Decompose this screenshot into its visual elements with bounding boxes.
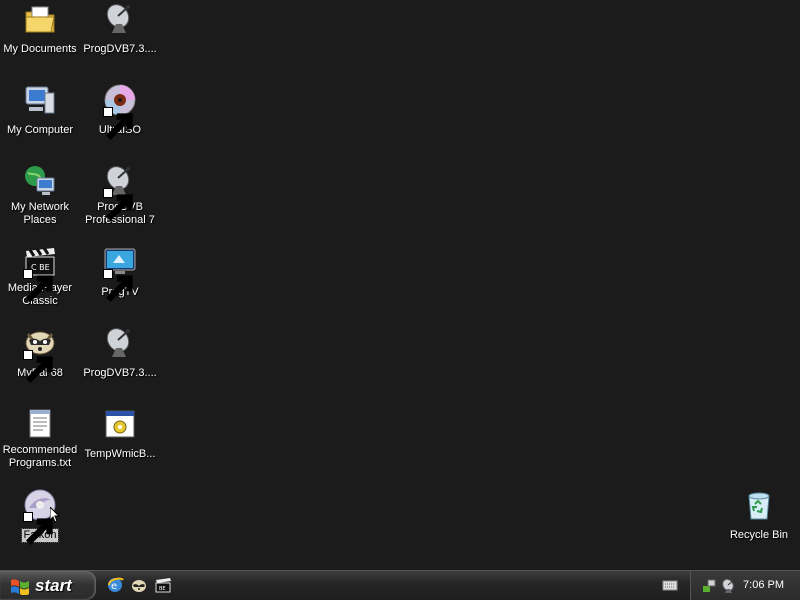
- desktop-icon-recycle-bin[interactable]: Recycle Bin: [719, 488, 799, 543]
- disc-icon: [103, 83, 137, 141]
- text-file-icon: [23, 407, 57, 441]
- windows-logo-icon: [11, 578, 29, 595]
- batch-file-icon: [103, 407, 137, 441]
- recycle-bin-icon: [742, 488, 776, 522]
- raccoon-icon: [23, 326, 57, 384]
- desktop[interactable]: My Documents My Computer My Network Plac…: [0, 0, 800, 570]
- desktop-icon-progdvb-professional[interactable]: ProgDVB Professional 7: [80, 164, 160, 228]
- network-connection-icon[interactable]: [701, 578, 717, 594]
- desktop-icon-label: My Network Places: [10, 201, 70, 226]
- desktop-icon-my-network-places[interactable]: My Network Places: [0, 164, 80, 228]
- computer-icon: [23, 83, 57, 117]
- desktop-icon-ultraiso[interactable]: UltraISO: [80, 83, 160, 141]
- clapperboard-icon: C BE: [23, 245, 57, 303]
- desktop-icon-falkon[interactable]: Falkon: [0, 488, 80, 546]
- desktop-icon-label: My Computer: [6, 124, 74, 136]
- desktop-icon-recommended-programs[interactable]: Recommended Programs.txt: [0, 407, 80, 471]
- desktop-icon-label: Recycle Bin: [729, 529, 789, 541]
- shortcut-arrow-icon: [23, 269, 53, 303]
- shortcut-arrow-icon: [103, 188, 133, 222]
- desktop-icon-progtv[interactable]: ProgTV: [80, 245, 160, 303]
- satellite-dish-icon[interactable]: [721, 578, 737, 594]
- clock[interactable]: 7:06 PM: [743, 579, 784, 591]
- shortcut-arrow-icon: [23, 350, 53, 384]
- desktop-icon-mypal-68[interactable]: MyPal 68: [0, 326, 80, 384]
- keyboard-icon[interactable]: [662, 578, 678, 592]
- svg-text:BE: BE: [159, 586, 166, 592]
- satellite-dish-icon: [103, 2, 137, 36]
- desktop-icon-label: ProgDVB7.3....: [83, 43, 157, 55]
- desktop-icon-label: ProgDVB7.3....: [83, 367, 157, 379]
- desktop-icon-label: My Documents: [3, 43, 77, 55]
- mouse-cursor-icon: [50, 507, 60, 523]
- desktop-icon-label: TempWmicB...: [84, 448, 156, 460]
- desktop-icon-progdvb-1[interactable]: ProgDVB7.3....: [80, 2, 160, 57]
- internet-explorer-icon[interactable]: e: [106, 576, 124, 594]
- desktop-icon-progdvb-2[interactable]: ProgDVB7.3....: [80, 326, 160, 381]
- svg-text:e: e: [111, 581, 117, 592]
- desktop-icon-media-player-classic[interactable]: C BE Media Player Classic: [0, 245, 80, 309]
- desktop-icon-my-documents[interactable]: My Documents: [0, 2, 80, 57]
- shortcut-arrow-icon: [23, 512, 53, 546]
- shortcut-arrow-icon: [103, 269, 133, 303]
- quick-launch: e BE: [106, 576, 172, 594]
- start-label: start: [35, 575, 72, 595]
- desktop-icon-tempwmic[interactable]: TempWmicB...: [80, 407, 160, 462]
- shortcut-arrow-icon: [103, 107, 133, 141]
- satellite-dish-icon: [103, 164, 137, 222]
- desktop-icon-label: Recommended Programs.txt: [2, 444, 78, 469]
- system-tray: 7:06 PM: [690, 571, 800, 600]
- satellite-dish-icon: [103, 326, 137, 360]
- network-globe-icon: [23, 164, 57, 198]
- raccoon-icon[interactable]: [130, 576, 148, 594]
- folder-documents-icon: [23, 2, 57, 36]
- desktop-icon-my-computer[interactable]: My Computer: [0, 83, 80, 138]
- taskbar: start e BE 7:06 PM: [0, 570, 800, 600]
- clapperboard-icon[interactable]: BE: [154, 576, 172, 594]
- tv-monitor-icon: [103, 245, 137, 303]
- start-button[interactable]: start: [0, 571, 96, 600]
